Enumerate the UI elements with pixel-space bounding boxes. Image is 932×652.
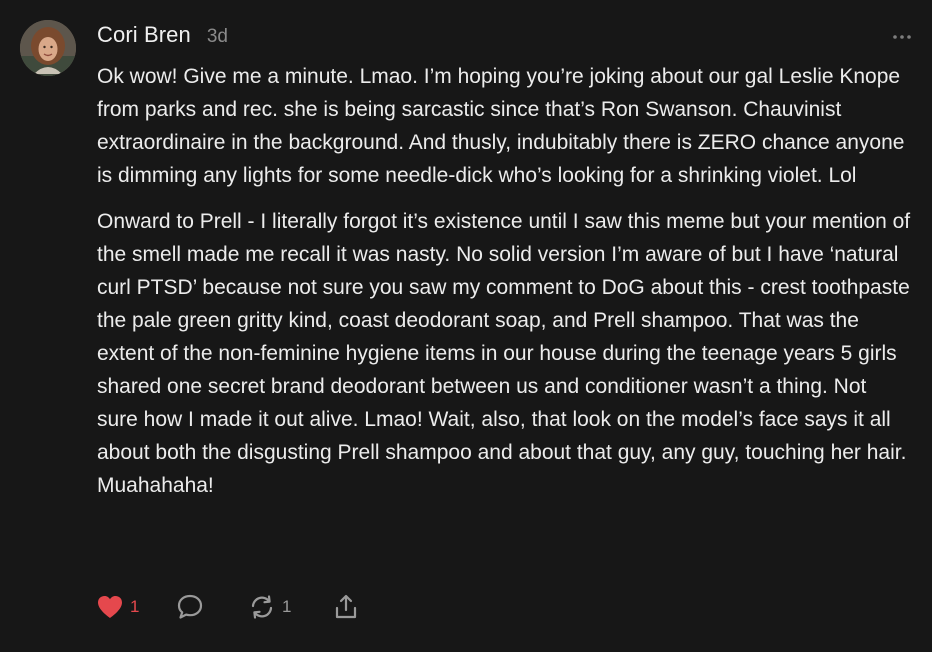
author-name[interactable]: Cori Bren [97,22,191,48]
more-options-icon[interactable] [890,30,914,42]
comment-body: Ok wow! Give me a minute. Lmao. I’m hopi… [97,60,912,502]
action-bar: 1 1 [96,592,360,622]
comment-paragraph: Onward to Prell - I literally forgot it’… [97,210,911,497]
share-button[interactable] [332,593,360,621]
share-icon [332,593,360,621]
like-count: 1 [130,597,140,616]
comment-bubble-icon [176,593,204,621]
timestamp[interactable]: 3d [207,26,228,48]
heart-icon [96,594,124,620]
restack-button[interactable]: 1 [248,593,332,621]
comment-paragraph: Ok wow! Give me a minute. Lmao. I’m hopi… [97,65,905,187]
like-button[interactable]: 1 [96,594,176,620]
reply-button[interactable] [176,593,248,621]
restack-icon [248,593,276,621]
comment-header: Cori Bren 3d [97,22,228,52]
avatar[interactable] [20,20,76,76]
comment-card: Cori Bren 3d Ok wow! Give me a minute. L… [0,0,932,652]
restack-count: 1 [282,597,292,616]
